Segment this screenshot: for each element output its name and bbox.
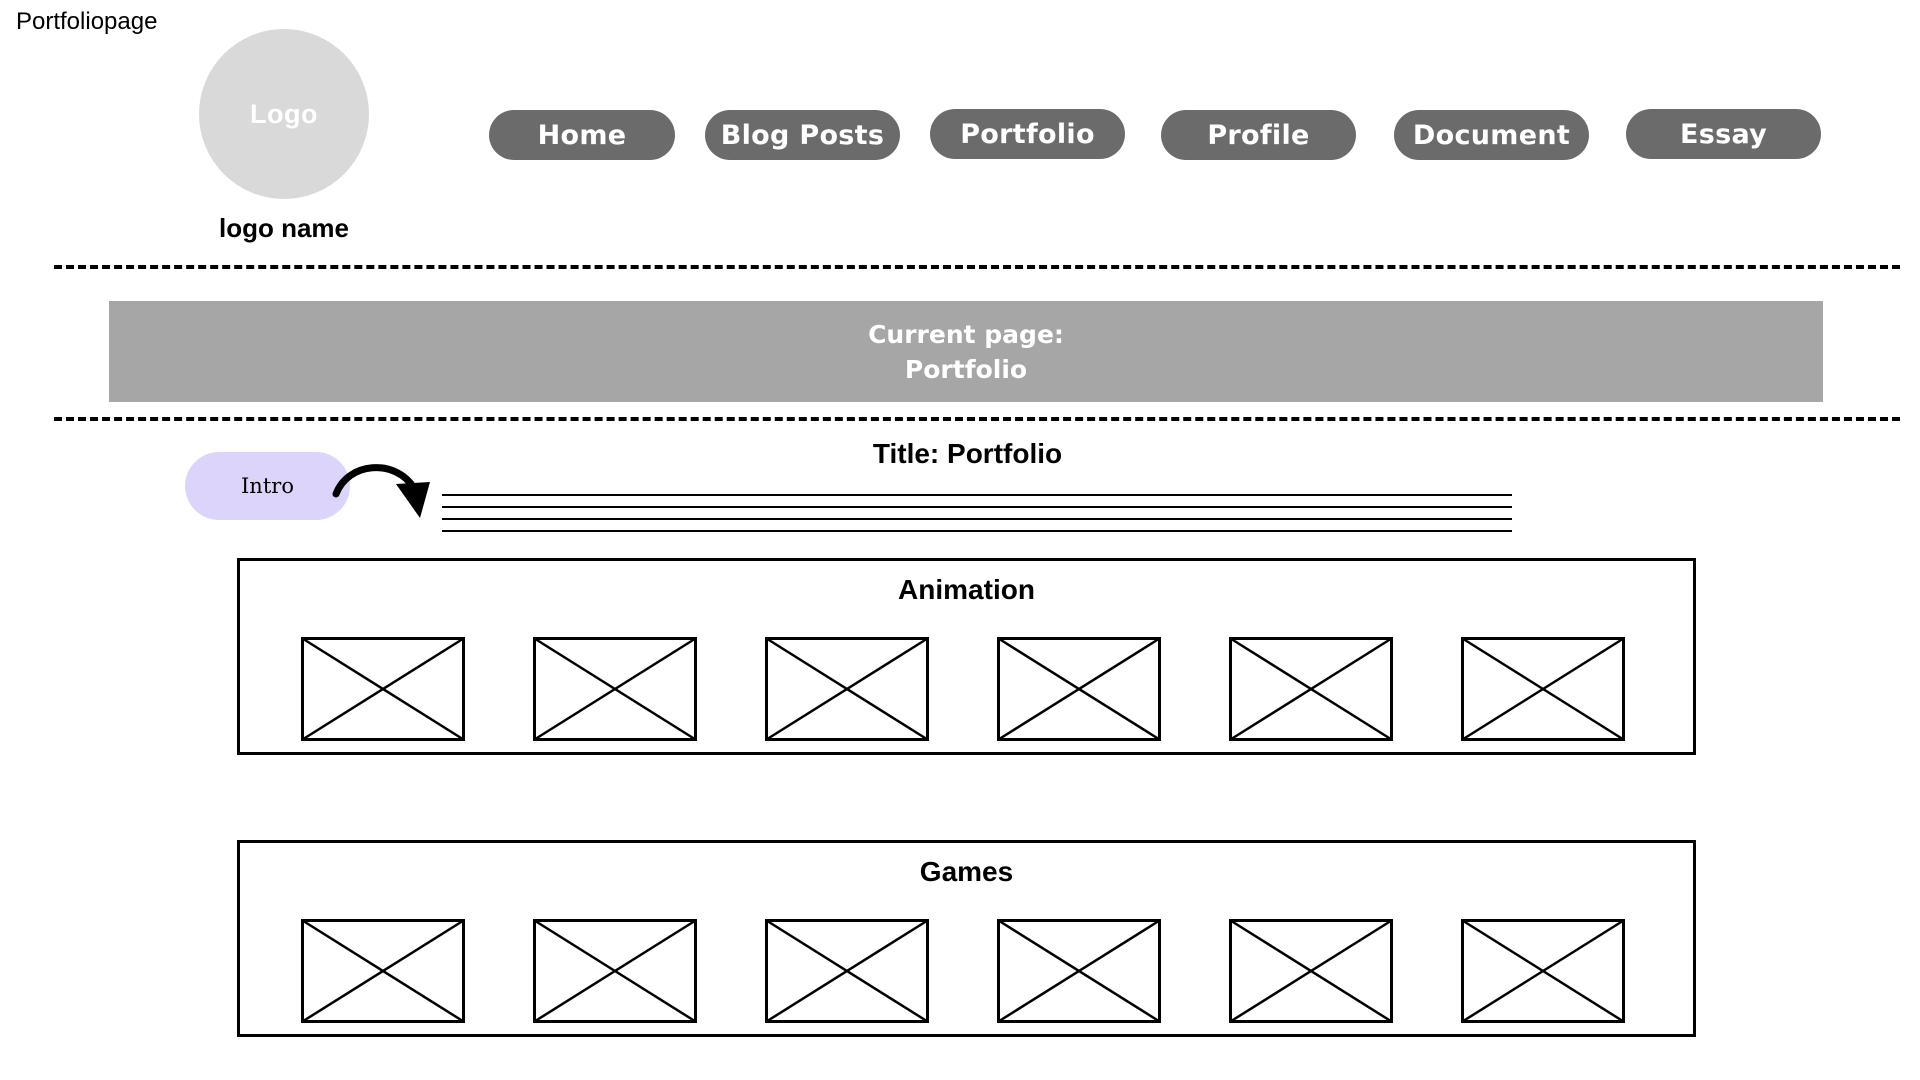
- nav-profile-button[interactable]: Profile: [1161, 110, 1356, 160]
- nav-portfolio-button[interactable]: Portfolio: [930, 109, 1125, 159]
- logo-name: logo name: [218, 213, 349, 243]
- nav-blog-posts-button[interactable]: Blog Posts: [705, 110, 900, 160]
- image-placeholder-icon[interactable]: [533, 919, 697, 1023]
- page-label: Portfoliopage: [16, 8, 158, 35]
- current-page-label: Current page:: [868, 319, 1064, 349]
- nav-document-button[interactable]: Document: [1394, 110, 1589, 160]
- section-title-games: Games: [919, 856, 1014, 887]
- curved-arrow-icon: [332, 464, 430, 518]
- current-page-banner: Current page: Portfolio: [109, 301, 1823, 402]
- image-placeholder-icon[interactable]: [997, 919, 1161, 1023]
- image-placeholder-icon[interactable]: [533, 637, 697, 741]
- logo[interactable]: Logo: [199, 29, 369, 199]
- text-line: [442, 530, 1512, 532]
- logo-text: Logo: [250, 98, 318, 129]
- header-divider: [54, 265, 1900, 269]
- games-section: Games: [237, 840, 1696, 1037]
- image-placeholder-icon[interactable]: [1229, 919, 1393, 1023]
- nav-essay-button[interactable]: Essay: [1626, 109, 1821, 159]
- image-placeholder-icon[interactable]: [765, 919, 929, 1023]
- image-placeholder-icon[interactable]: [1229, 637, 1393, 741]
- image-placeholder-icon[interactable]: [997, 637, 1161, 741]
- text-line: [442, 518, 1512, 520]
- current-page-value: Portfolio: [904, 354, 1028, 384]
- image-placeholder-icon[interactable]: [1461, 919, 1625, 1023]
- intro-text-placeholder: [442, 494, 1512, 542]
- text-line: [442, 494, 1512, 496]
- nav-home-button[interactable]: Home: [489, 110, 675, 160]
- image-placeholder-icon[interactable]: [765, 637, 929, 741]
- image-placeholder-icon[interactable]: [301, 637, 465, 741]
- animation-section: Animation: [237, 558, 1696, 755]
- intro-button[interactable]: Intro: [185, 452, 350, 520]
- image-placeholder-icon[interactable]: [1461, 637, 1625, 741]
- text-line: [442, 506, 1512, 508]
- image-placeholder-icon[interactable]: [301, 919, 465, 1023]
- section-title-animation: Animation: [898, 574, 1035, 605]
- banner-divider: [54, 417, 1900, 421]
